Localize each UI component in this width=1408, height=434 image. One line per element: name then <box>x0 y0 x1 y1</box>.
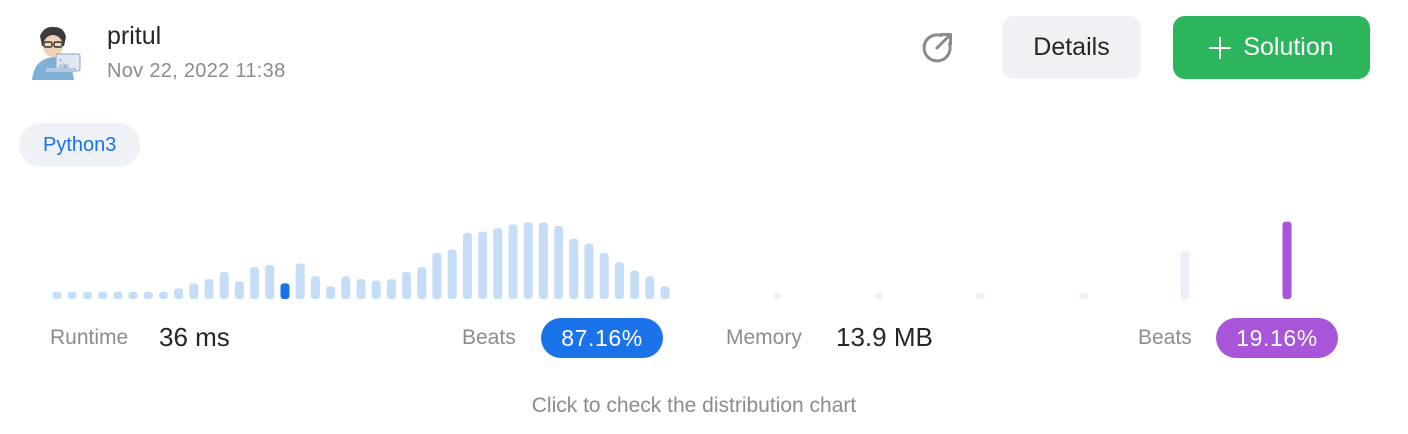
runtime-distribution-bar[interactable] <box>67 291 77 299</box>
runtime-distribution-bar[interactable] <box>98 291 108 299</box>
runtime-distribution-bar[interactable] <box>82 291 92 299</box>
runtime-distribution-bar[interactable] <box>630 270 640 299</box>
memory-distribution-bar[interactable] <box>1180 251 1190 299</box>
runtime-distribution-bar[interactable] <box>158 291 168 299</box>
runtime-distribution-bar[interactable] <box>326 286 336 299</box>
external-link-icon[interactable] <box>919 30 955 66</box>
memory-label: Memory <box>726 326 802 349</box>
runtime-distribution-bar[interactable] <box>508 224 518 299</box>
runtime-distribution-bar[interactable] <box>113 291 123 299</box>
memory-distribution-bar[interactable] <box>976 293 986 299</box>
runtime-distribution-bar[interactable] <box>417 267 427 299</box>
runtime-distribution-bar[interactable] <box>569 238 579 299</box>
runtime-distribution-bar[interactable] <box>295 263 305 299</box>
runtime-distribution-bar[interactable] <box>386 279 396 299</box>
memory-distribution-bar[interactable] <box>874 293 884 299</box>
distribution-chart[interactable] <box>0 200 1408 310</box>
runtime-label: Runtime <box>50 326 129 349</box>
runtime-distribution-bar[interactable] <box>310 276 320 299</box>
submission-timestamp: Nov 22, 2022 11:38 <box>107 60 286 82</box>
username[interactable]: pritul <box>107 22 161 51</box>
runtime-distribution-bar[interactable] <box>614 262 624 299</box>
runtime-beats-label: Beats <box>462 326 516 349</box>
memory-distribution-bar[interactable] <box>772 293 782 299</box>
memory-beats-label: Beats <box>1138 326 1192 349</box>
details-button-label: Details <box>1033 33 1110 61</box>
runtime-distribution-bar[interactable] <box>265 264 275 299</box>
runtime-value: 36 ms <box>159 322 230 352</box>
memory-distribution-bars <box>772 221 1292 299</box>
runtime-distribution-bar[interactable] <box>280 283 290 299</box>
runtime-distribution-bar[interactable] <box>250 267 260 299</box>
user-avatar-icon[interactable]: >_ CODE <box>26 24 84 80</box>
runtime-distribution-bar[interactable] <box>371 280 381 299</box>
runtime-distribution-bar[interactable] <box>462 233 472 299</box>
runtime-distribution-bars <box>52 222 670 299</box>
runtime-distribution-bar[interactable] <box>599 252 609 299</box>
runtime-distribution-bar[interactable] <box>432 252 442 299</box>
runtime-distribution-bar[interactable] <box>538 222 548 299</box>
memory-beats-badge: 19.16% <box>1216 318 1338 358</box>
runtime-distribution-bar[interactable] <box>402 272 412 299</box>
runtime-distribution-bar[interactable] <box>234 281 244 299</box>
runtime-beats-badge: 87.16% <box>541 318 663 358</box>
runtime-distribution-bar[interactable] <box>584 243 594 299</box>
add-solution-button[interactable]: Solution <box>1173 16 1370 79</box>
memory-value: 13.9 MB <box>836 322 933 352</box>
memory-distribution-bar[interactable] <box>1078 293 1088 299</box>
runtime-distribution-bar[interactable] <box>554 225 564 299</box>
runtime-distribution-bar[interactable] <box>341 276 351 299</box>
runtime-distribution-bar[interactable] <box>478 231 488 299</box>
runtime-distribution-bar[interactable] <box>447 249 457 299</box>
runtime-distribution-bar[interactable] <box>219 272 229 299</box>
runtime-distribution-bar[interactable] <box>523 222 533 299</box>
runtime-distribution-bar[interactable] <box>143 291 153 299</box>
runtime-distribution-bar[interactable] <box>52 291 62 299</box>
memory-distribution-bar[interactable] <box>1282 221 1292 299</box>
details-button[interactable]: Details <box>1002 16 1141 79</box>
runtime-distribution-bar[interactable] <box>356 279 366 299</box>
language-tag[interactable]: Python3 <box>19 123 141 167</box>
runtime-distribution-bar[interactable] <box>204 279 214 299</box>
runtime-distribution-bar[interactable] <box>189 283 199 299</box>
runtime-distribution-bar[interactable] <box>128 291 138 299</box>
solution-button-label: Solution <box>1243 33 1334 61</box>
distribution-chart-hint[interactable]: Click to check the distribution chart <box>0 394 1388 418</box>
plus-icon <box>1209 36 1232 59</box>
runtime-distribution-bar[interactable] <box>174 288 184 299</box>
runtime-distribution-bar[interactable] <box>660 286 670 299</box>
runtime-distribution-bar[interactable] <box>493 228 503 299</box>
runtime-distribution-bar[interactable] <box>645 276 655 299</box>
